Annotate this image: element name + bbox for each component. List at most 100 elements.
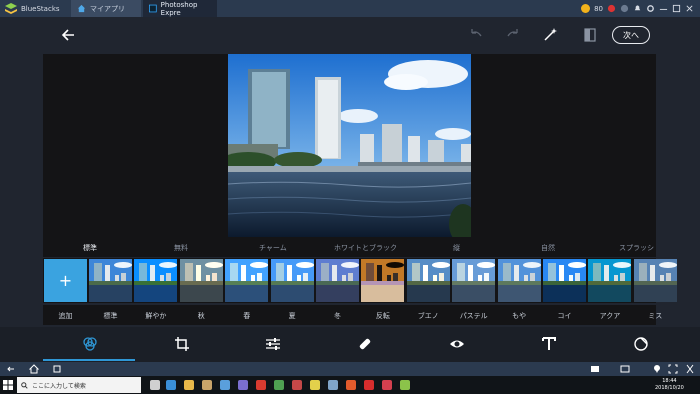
text-icon[interactable] [541, 336, 557, 352]
filter-label: 春 [243, 312, 251, 320]
close-icon[interactable] [685, 4, 694, 13]
tab-my-apps[interactable]: マイアプリ [71, 0, 141, 17]
keyboard-icon[interactable] [590, 364, 600, 374]
clock-time: 18:44 [662, 378, 677, 384]
filter-label: 冬 [334, 312, 341, 320]
edited-photo[interactable] [228, 54, 471, 237]
filter-label: もや [512, 312, 527, 320]
compare-icon[interactable] [582, 27, 598, 43]
fullscreen-icon[interactable] [668, 364, 678, 374]
category-tab[interactable]: 自然 [541, 243, 555, 253]
filter-thumbnail[interactable] [543, 259, 586, 302]
filter-label: 追加 [58, 312, 73, 320]
bell-icon[interactable] [633, 4, 642, 13]
app-icon[interactable] [346, 380, 356, 390]
category-tab[interactable]: ホワイトとブラック [334, 243, 397, 253]
edge-icon[interactable] [166, 380, 176, 390]
filter-label: 秋 [197, 312, 205, 320]
back-arrow-icon[interactable] [60, 27, 76, 43]
red-eye-icon[interactable] [449, 336, 465, 352]
coin-icon [581, 4, 591, 13]
android-home-icon[interactable] [29, 364, 39, 374]
taskbar-search-box[interactable]: ここに入力して検索 [17, 377, 141, 393]
app-icon[interactable] [328, 380, 338, 390]
filter-thumbnail[interactable] [497, 259, 541, 302]
app-icon[interactable] [364, 380, 374, 390]
filter-label: 夏 [288, 312, 296, 320]
settings-gear-icon[interactable] [646, 4, 655, 13]
android-nav-bar [0, 362, 700, 376]
task-view-icon[interactable] [150, 380, 160, 390]
screen-record-icon[interactable] [620, 364, 630, 374]
notification-icon[interactable] [607, 4, 616, 13]
category-tab[interactable]: 縦 [453, 243, 460, 253]
search-icon [21, 381, 28, 389]
filter-thumbnail[interactable] [270, 259, 314, 302]
sticker-icon[interactable] [633, 336, 649, 352]
search-placeholder: ここに入力して検索 [32, 382, 86, 390]
photo-canvas [43, 54, 656, 254]
filter-thumbnail[interactable] [361, 259, 405, 302]
filter-thumbnail[interactable] [588, 259, 632, 302]
location-icon[interactable] [652, 364, 662, 374]
minimize-icon[interactable] [659, 4, 668, 13]
app-icon[interactable] [310, 380, 320, 390]
category-tab[interactable]: 無料 [174, 243, 188, 253]
windows-taskbar: ここに入力して検索 18:44 2018/10/20 [0, 376, 700, 394]
screen: BlueStacks マイアプリ Photoshop Expre 80 次へ 標… [0, 0, 700, 394]
store-icon[interactable] [202, 380, 212, 390]
filter-label: アクア [599, 312, 621, 320]
filter-label: 反転 [375, 312, 390, 320]
clock-date: 2018/10/20 [655, 385, 684, 391]
filter-labels: 追加 標準 鮮やか 秋 春 夏 冬 反転 ブエノ パステル もや コイ アクア ミス [43, 305, 662, 325]
filter-label: 鮮やか [145, 312, 167, 320]
filter-thumbnail[interactable] [452, 259, 496, 302]
app-icon[interactable] [292, 380, 302, 390]
filter-thumbnails: + [43, 258, 677, 303]
coin-count: 80 [594, 4, 603, 13]
home-icon [77, 4, 86, 13]
editing-toolbar [0, 327, 700, 362]
app-icon[interactable] [238, 380, 248, 390]
category-tab[interactable]: スプラッシ [619, 243, 654, 253]
filter-thumbnail[interactable] [633, 259, 677, 302]
looks-filters-icon[interactable] [82, 336, 98, 352]
file-explorer-icon[interactable] [184, 380, 194, 390]
scissors-icon[interactable] [685, 364, 695, 374]
emulator-title: BlueStacks [21, 4, 60, 13]
tab-label: Photoshop Expre [160, 0, 198, 17]
filter-thumbnail[interactable] [406, 259, 450, 302]
category-tab[interactable]: チャーム [259, 243, 287, 253]
app-icon[interactable] [274, 380, 284, 390]
tab-photoshop-express[interactable]: Photoshop Expre [143, 0, 217, 17]
add-filter-button[interactable]: + [44, 259, 87, 302]
redo-icon[interactable] [505, 27, 521, 43]
active-tool-indicator [43, 359, 135, 361]
filter-thumbnail[interactable] [225, 259, 269, 302]
android-back-icon[interactable] [6, 364, 16, 374]
category-tab[interactable]: 標準 [83, 243, 97, 253]
crop-icon[interactable] [174, 336, 190, 352]
tab-label: マイアプリ [90, 4, 125, 13]
taskbar-clock[interactable]: 18:44 2018/10/20 [655, 378, 684, 392]
emulator-controls: 80 [581, 4, 700, 13]
filter-thumbnail[interactable] [179, 259, 223, 302]
filter-label: ブエノ [417, 312, 439, 320]
healing-bandage-icon[interactable] [357, 336, 373, 352]
app-icon[interactable] [382, 380, 392, 390]
auto-fix-wand-icon[interactable] [542, 27, 558, 43]
filter-thumbnail[interactable] [134, 259, 178, 302]
maximize-icon[interactable] [672, 4, 681, 13]
android-recents-icon[interactable] [52, 364, 62, 374]
bluestacks-taskbar-icon[interactable] [400, 380, 410, 390]
app-icon[interactable] [256, 380, 266, 390]
adjustments-icon[interactable] [265, 336, 281, 352]
windows-start-icon[interactable] [3, 380, 13, 390]
editor-header: 次へ [0, 17, 700, 55]
account-icon[interactable] [620, 4, 629, 13]
filter-thumbnail[interactable] [89, 259, 132, 302]
filter-thumbnail[interactable] [316, 259, 359, 302]
undo-icon[interactable] [468, 27, 484, 43]
next-button[interactable]: 次へ [612, 26, 650, 44]
mail-icon[interactable] [220, 380, 230, 390]
